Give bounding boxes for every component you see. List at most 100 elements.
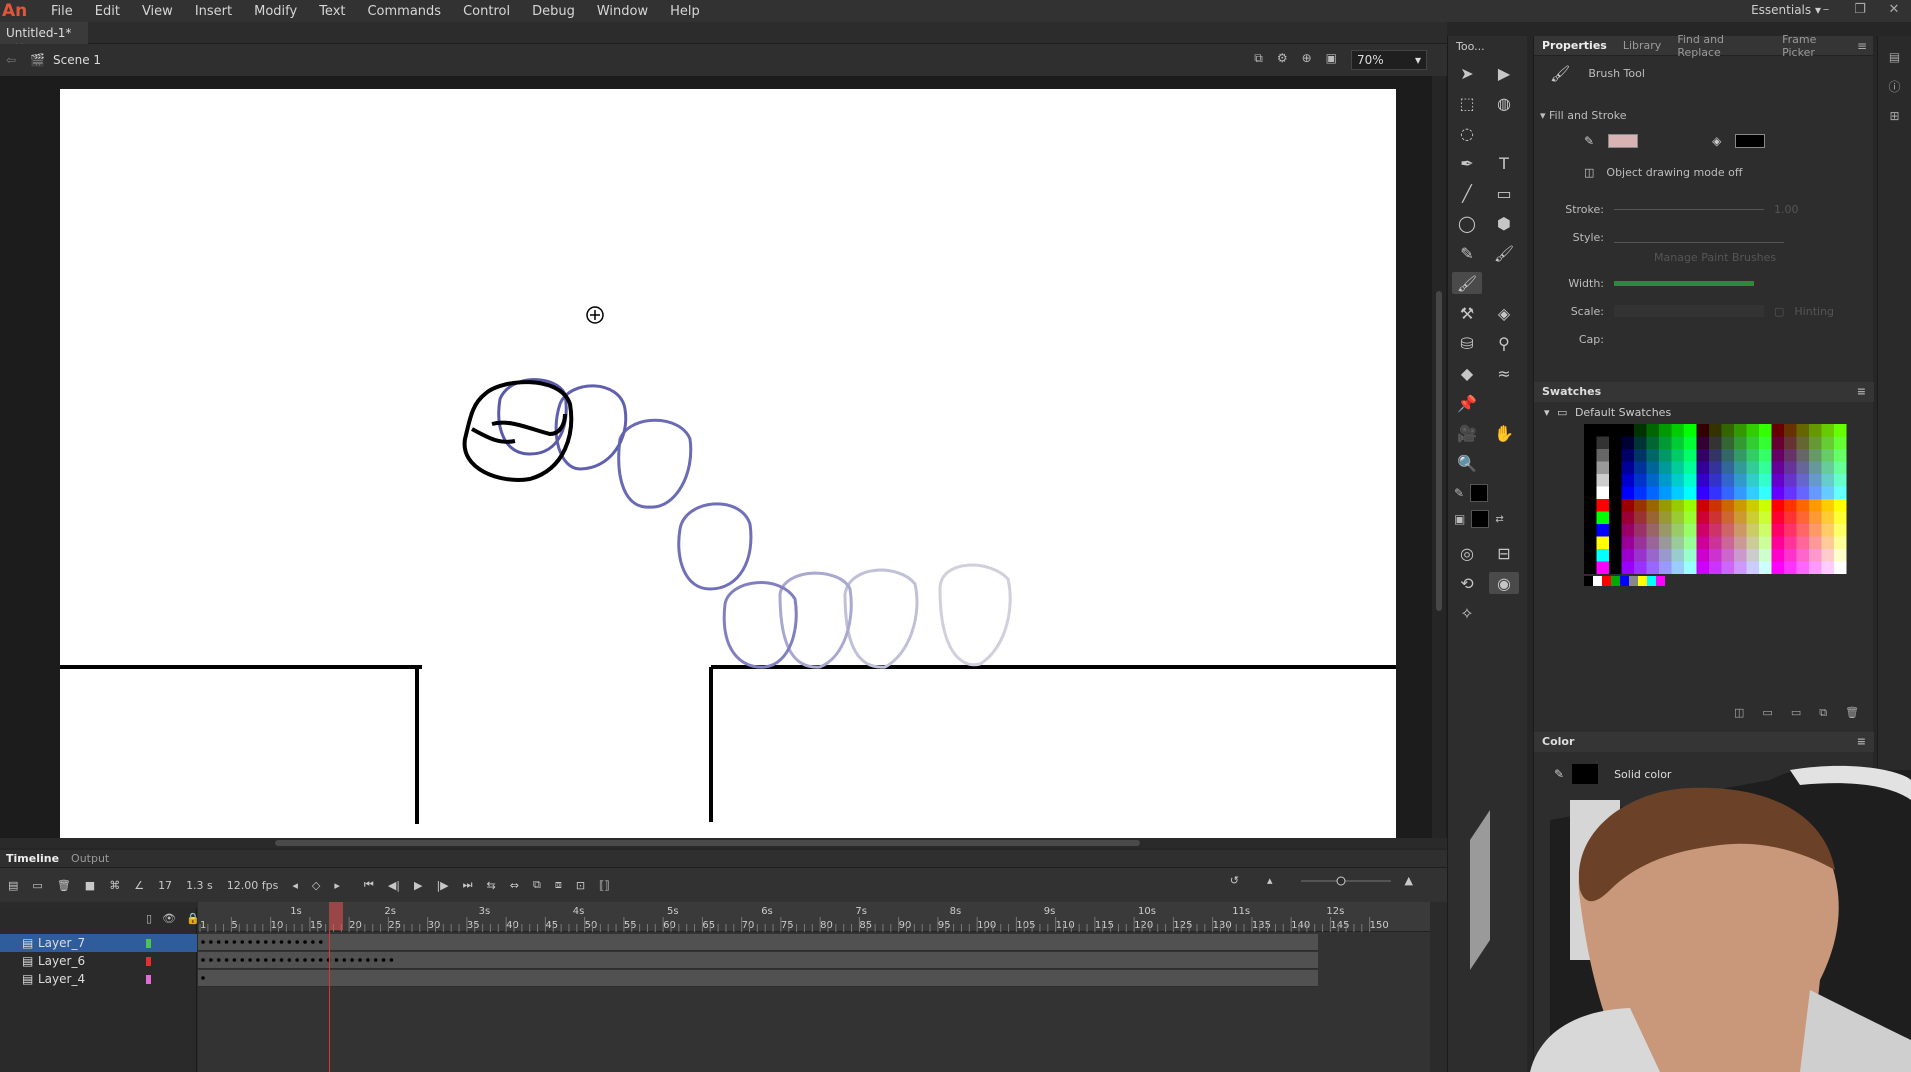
swatch-cell[interactable]	[1734, 536, 1747, 550]
swatch-cell[interactable]	[1584, 524, 1597, 537]
menu-commands[interactable]: Commands	[356, 4, 452, 19]
swatch-cell[interactable]	[1784, 424, 1797, 437]
swatch-cell[interactable]	[1646, 561, 1660, 575]
swatch-cell[interactable]	[1821, 449, 1835, 462]
swatch-cell[interactable]	[1671, 474, 1685, 487]
edit-multiple-frames-icon[interactable]: ⊡	[576, 879, 585, 892]
insert-keyframe-icon[interactable]: ◇	[312, 879, 320, 892]
swatch-cell[interactable]	[1746, 499, 1760, 512]
swatch-cell[interactable]	[1696, 549, 1710, 562]
swatch-cell[interactable]	[1671, 449, 1685, 462]
swatch-cell[interactable]	[1609, 549, 1622, 562]
swatch-cell[interactable]	[1696, 536, 1710, 550]
swatch-cell[interactable]	[1584, 449, 1597, 462]
swatch-cell[interactable]	[1596, 449, 1610, 462]
swatch-cell[interactable]	[1659, 549, 1672, 562]
swatch-cell[interactable]	[1684, 424, 1697, 437]
camera-icon[interactable]: ■	[85, 879, 95, 892]
swatch-cell[interactable]	[1709, 474, 1722, 487]
brush-mode-icon[interactable]: ◉	[1489, 572, 1519, 594]
keyframe-dot[interactable]	[209, 940, 213, 944]
swatch-cell[interactable]	[1834, 511, 1847, 525]
swatch-cell[interactable]	[1734, 524, 1747, 537]
swatch-cell[interactable]	[1709, 524, 1722, 537]
swatch-cell[interactable]	[1609, 561, 1622, 575]
selection-tool-icon[interactable]: ➤	[1452, 62, 1482, 84]
rectangle-tool-icon[interactable]: ▭	[1489, 182, 1519, 204]
swatch-cell[interactable]	[1796, 486, 1810, 500]
swatch-cell[interactable]	[1584, 436, 1597, 450]
swatch-cell[interactable]	[1684, 511, 1697, 525]
gradient-swatch[interactable]	[1584, 576, 1593, 586]
onion-skin-icon[interactable]: ⧉	[533, 878, 541, 892]
swatch-cell[interactable]	[1609, 424, 1622, 437]
swatch-cell[interactable]	[1659, 461, 1672, 475]
step-back-icon[interactable]: ◀|	[388, 879, 400, 892]
swatch-cell[interactable]	[1709, 511, 1722, 525]
swatch-cell[interactable]	[1759, 486, 1772, 500]
swatch-cell[interactable]	[1809, 474, 1822, 487]
layer-row[interactable]: ▤ Layer_7	[0, 934, 197, 952]
swatch-cell[interactable]	[1634, 436, 1647, 450]
swatch-cell[interactable]	[1834, 549, 1847, 562]
new-layer-icon[interactable]: ▤	[8, 879, 18, 892]
keyframe-dot[interactable]	[240, 940, 245, 944]
swatch-cell[interactable]	[1721, 549, 1735, 562]
swatch-cell[interactable]	[1584, 536, 1597, 550]
swatch-cell[interactable]	[1609, 511, 1622, 525]
scene-label[interactable]: Scene 1	[53, 53, 101, 67]
swatch-cell[interactable]	[1734, 474, 1747, 487]
swatch-cell[interactable]	[1671, 561, 1685, 575]
swatch-cell[interactable]	[1734, 486, 1747, 500]
swatch-cell[interactable]	[1734, 499, 1747, 512]
delete-icon[interactable]: 🗑	[1845, 706, 1859, 720]
swatch-cell[interactable]	[1634, 524, 1647, 537]
keyframe-dot[interactable]	[256, 958, 260, 962]
minimize-icon[interactable]: –	[1809, 0, 1843, 20]
keyframe-dot[interactable]	[373, 958, 378, 962]
swatch-cell[interactable]	[1609, 436, 1622, 450]
swatch-cell[interactable]	[1634, 549, 1647, 562]
keyframe-dot[interactable]	[358, 958, 362, 962]
swatch-cell[interactable]	[1771, 549, 1785, 562]
paint-bucket-tool-icon[interactable]: ◈	[1489, 302, 1519, 324]
keyframe-dot[interactable]	[216, 958, 221, 962]
swatch-cell[interactable]	[1784, 436, 1797, 450]
style-select[interactable]	[1614, 231, 1784, 243]
swatch-cell[interactable]	[1659, 449, 1672, 462]
keyframe-dot[interactable]	[271, 958, 276, 962]
play-icon[interactable]: ▶	[414, 879, 422, 892]
swatch-cell[interactable]	[1671, 524, 1685, 537]
keyframe-dot[interactable]	[287, 958, 292, 962]
swatch-cell[interactable]	[1634, 499, 1647, 512]
swatch-cell[interactable]	[1696, 511, 1710, 525]
frame-rate[interactable]: 12.00 fps	[227, 879, 279, 892]
swatch-cell[interactable]	[1659, 536, 1672, 550]
swatch-cell[interactable]	[1721, 524, 1735, 537]
swatch-cell[interactable]	[1671, 511, 1685, 525]
swatch-cell[interactable]	[1709, 449, 1722, 462]
object-drawing-icon[interactable]: ◫	[1584, 166, 1594, 179]
swatch-cell[interactable]	[1634, 536, 1647, 550]
swatch-cell[interactable]	[1671, 436, 1685, 450]
swatch-cell[interactable]	[1646, 474, 1660, 487]
menu-modify[interactable]: Modify	[243, 4, 308, 19]
delete-layer-icon[interactable]: 🗑	[57, 879, 71, 892]
eraser-tool-icon[interactable]: ◆	[1452, 362, 1482, 384]
swatch-cell[interactable]	[1709, 424, 1722, 437]
eyedropper-tool-icon[interactable]: ⚲	[1489, 332, 1519, 354]
swatch-cell[interactable]	[1684, 561, 1697, 575]
keyframe-dot[interactable]	[201, 958, 205, 962]
align-icon[interactable]: ⊞	[1889, 109, 1899, 123]
swatch-cell[interactable]	[1584, 461, 1597, 475]
scroll-thumb[interactable]	[1436, 291, 1442, 611]
zoom-out-icon[interactable]: ▴	[1267, 874, 1273, 887]
swatch-cell[interactable]	[1709, 461, 1722, 475]
swatch-cell[interactable]	[1771, 424, 1785, 437]
swatches-panel-header[interactable]: Swatches ≡	[1534, 382, 1874, 402]
swatch-cell[interactable]	[1821, 461, 1835, 475]
swatch-cell[interactable]	[1596, 499, 1610, 512]
swatch-cell[interactable]	[1821, 486, 1835, 500]
swatch-cell[interactable]	[1796, 436, 1810, 450]
swatch-cell[interactable]	[1659, 436, 1672, 450]
